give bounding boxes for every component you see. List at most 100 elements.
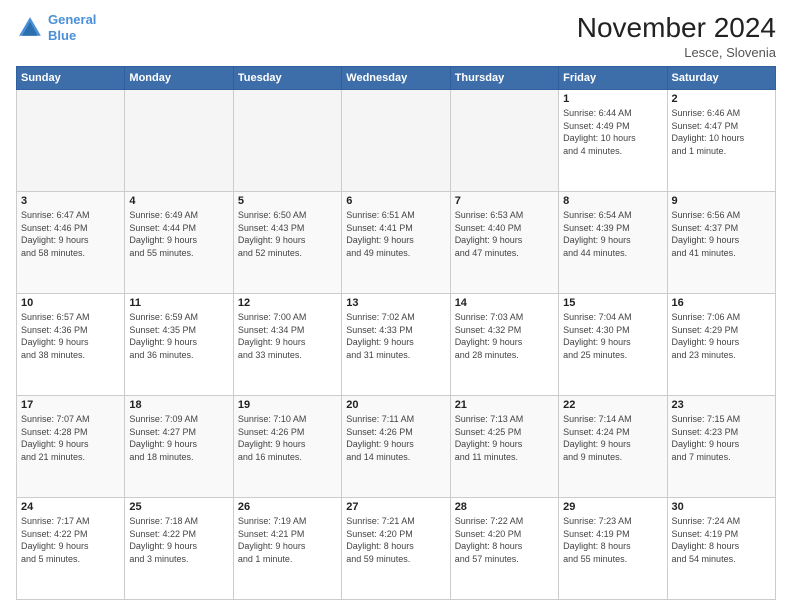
day-info: Sunrise: 6:44 AM Sunset: 4:49 PM Dayligh… xyxy=(563,107,662,157)
calendar-cell: 21Sunrise: 7:13 AM Sunset: 4:25 PM Dayli… xyxy=(450,396,558,498)
day-info: Sunrise: 7:17 AM Sunset: 4:22 PM Dayligh… xyxy=(21,515,120,565)
calendar-cell: 5 Sunrise: 6:50 AM Sunset: 4:43 PM Daylig… xyxy=(233,192,341,294)
calendar-table: SundayMondayTuesdayWednesdayThursdayFrid… xyxy=(16,66,776,600)
day-info: Sunrise: 7:06 AM Sunset: 4:29 PM Dayligh… xyxy=(672,311,771,361)
calendar-cell xyxy=(342,90,450,192)
logo-icon xyxy=(16,14,44,42)
calendar-cell: 28 Sunrise: 7:22 AM Sunset: 4:20 PM Dayli… xyxy=(450,498,558,600)
calendar-cell: 29 Sunrise: 7:23 AM Sunset: 4:19 PM Dayli… xyxy=(559,498,667,600)
calendar-header: SundayMondayTuesdayWednesdayThursdayFrid… xyxy=(17,67,776,90)
day-info: Sunrise: 7:03 AM Sunset: 4:32 PM Dayligh… xyxy=(455,311,554,361)
day-info: Sunrise: 7:23 AM Sunset: 4:19 PM Dayligh… xyxy=(563,515,662,565)
calendar-cell: 3 Sunrise: 6:47 AM Sunset: 4:46 PM Daylig… xyxy=(17,192,125,294)
day-info: Sunrise: 7:22 AM Sunset: 4:20 PM Dayligh… xyxy=(455,515,554,565)
day-number: 11 xyxy=(129,297,228,309)
day-number: 28 xyxy=(455,501,554,513)
weekday-header-monday: Monday xyxy=(125,67,233,90)
day-info: Sunrise: 6:53 AM Sunset: 4:40 PM Dayligh… xyxy=(455,209,554,259)
day-info: Sunrise: 7:02 AM Sunset: 4:33 PM Dayligh… xyxy=(346,311,445,361)
location: Lesce, Slovenia xyxy=(577,45,776,60)
calendar-cell: 12 Sunrise: 7:00 AM Sunset: 4:34 PM Dayli… xyxy=(233,294,341,396)
calendar-week-5: 24 Sunrise: 7:17 AM Sunset: 4:22 PM Dayli… xyxy=(17,498,776,600)
weekday-row: SundayMondayTuesdayWednesdayThursdayFrid… xyxy=(17,67,776,90)
day-number: 5 xyxy=(238,195,337,207)
calendar-cell: 13 Sunrise: 7:02 AM Sunset: 4:33 PM Dayli… xyxy=(342,294,450,396)
day-number: 19 xyxy=(238,399,337,411)
day-info: Sunrise: 6:54 AM Sunset: 4:39 PM Dayligh… xyxy=(563,209,662,259)
calendar-cell: 4Sunrise: 6:49 AM Sunset: 4:44 PM Daylig… xyxy=(125,192,233,294)
calendar-cell: 30Sunrise: 7:24 AM Sunset: 4:19 PM Dayli… xyxy=(667,498,775,600)
calendar-cell: 2 Sunrise: 6:46 AM Sunset: 4:47 PM Daylig… xyxy=(667,90,775,192)
day-number: 12 xyxy=(238,297,337,309)
calendar-cell xyxy=(125,90,233,192)
day-info: Sunrise: 7:21 AM Sunset: 4:20 PM Dayligh… xyxy=(346,515,445,565)
day-info: Sunrise: 6:51 AM Sunset: 4:41 PM Dayligh… xyxy=(346,209,445,259)
calendar-cell: 22Sunrise: 7:14 AM Sunset: 4:24 PM Dayli… xyxy=(559,396,667,498)
logo-line1: General xyxy=(48,12,96,27)
calendar-cell: 8Sunrise: 6:54 AM Sunset: 4:39 PM Daylig… xyxy=(559,192,667,294)
day-info: Sunrise: 7:07 AM Sunset: 4:28 PM Dayligh… xyxy=(21,413,120,463)
day-number: 13 xyxy=(346,297,445,309)
month-title: November 2024 xyxy=(577,12,776,44)
day-number: 30 xyxy=(672,501,771,513)
calendar-cell: 11 Sunrise: 6:59 AM Sunset: 4:35 PM Dayli… xyxy=(125,294,233,396)
day-number: 22 xyxy=(563,399,662,411)
day-info: Sunrise: 6:46 AM Sunset: 4:47 PM Dayligh… xyxy=(672,107,771,157)
weekday-header-thursday: Thursday xyxy=(450,67,558,90)
calendar-cell: 20Sunrise: 7:11 AM Sunset: 4:26 PM Dayli… xyxy=(342,396,450,498)
calendar-cell: 18 Sunrise: 7:09 AM Sunset: 4:27 PM Dayli… xyxy=(125,396,233,498)
day-number: 24 xyxy=(21,501,120,513)
day-info: Sunrise: 6:59 AM Sunset: 4:35 PM Dayligh… xyxy=(129,311,228,361)
day-number: 29 xyxy=(563,501,662,513)
calendar-cell: 7 Sunrise: 6:53 AM Sunset: 4:40 PM Daylig… xyxy=(450,192,558,294)
calendar-cell: 17 Sunrise: 7:07 AM Sunset: 4:28 PM Dayli… xyxy=(17,396,125,498)
calendar-cell xyxy=(17,90,125,192)
calendar-cell: 10 Sunrise: 6:57 AM Sunset: 4:36 PM Dayli… xyxy=(17,294,125,396)
calendar-cell: 16 Sunrise: 7:06 AM Sunset: 4:29 PM Dayli… xyxy=(667,294,775,396)
day-info: Sunrise: 7:18 AM Sunset: 4:22 PM Dayligh… xyxy=(129,515,228,565)
title-area: November 2024 Lesce, Slovenia xyxy=(577,12,776,60)
weekday-header-friday: Friday xyxy=(559,67,667,90)
day-number: 2 xyxy=(672,93,771,105)
day-info: Sunrise: 7:15 AM Sunset: 4:23 PM Dayligh… xyxy=(672,413,771,463)
day-number: 26 xyxy=(238,501,337,513)
logo-text: General Blue xyxy=(48,12,96,43)
calendar-cell: 15 Sunrise: 7:04 AM Sunset: 4:30 PM Dayli… xyxy=(559,294,667,396)
calendar-cell xyxy=(450,90,558,192)
calendar-week-3: 10 Sunrise: 6:57 AM Sunset: 4:36 PM Dayli… xyxy=(17,294,776,396)
day-number: 14 xyxy=(455,297,554,309)
weekday-header-tuesday: Tuesday xyxy=(233,67,341,90)
page: General Blue November 2024 Lesce, Sloven… xyxy=(0,0,792,612)
day-number: 6 xyxy=(346,195,445,207)
calendar-cell: 25Sunrise: 7:18 AM Sunset: 4:22 PM Dayli… xyxy=(125,498,233,600)
day-number: 18 xyxy=(129,399,228,411)
day-info: Sunrise: 6:47 AM Sunset: 4:46 PM Dayligh… xyxy=(21,209,120,259)
day-number: 23 xyxy=(672,399,771,411)
day-info: Sunrise: 7:19 AM Sunset: 4:21 PM Dayligh… xyxy=(238,515,337,565)
day-number: 15 xyxy=(563,297,662,309)
calendar-cell: 24 Sunrise: 7:17 AM Sunset: 4:22 PM Dayli… xyxy=(17,498,125,600)
day-info: Sunrise: 7:09 AM Sunset: 4:27 PM Dayligh… xyxy=(129,413,228,463)
weekday-header-sunday: Sunday xyxy=(17,67,125,90)
day-info: Sunrise: 7:11 AM Sunset: 4:26 PM Dayligh… xyxy=(346,413,445,463)
day-number: 16 xyxy=(672,297,771,309)
day-number: 3 xyxy=(21,195,120,207)
day-number: 17 xyxy=(21,399,120,411)
day-number: 10 xyxy=(21,297,120,309)
calendar-cell: 9Sunrise: 6:56 AM Sunset: 4:37 PM Daylig… xyxy=(667,192,775,294)
day-info: Sunrise: 6:50 AM Sunset: 4:43 PM Dayligh… xyxy=(238,209,337,259)
calendar-cell: 23 Sunrise: 7:15 AM Sunset: 4:23 PM Dayli… xyxy=(667,396,775,498)
day-info: Sunrise: 7:00 AM Sunset: 4:34 PM Dayligh… xyxy=(238,311,337,361)
day-number: 7 xyxy=(455,195,554,207)
day-info: Sunrise: 6:57 AM Sunset: 4:36 PM Dayligh… xyxy=(21,311,120,361)
calendar-cell: 26 Sunrise: 7:19 AM Sunset: 4:21 PM Dayli… xyxy=(233,498,341,600)
logo-line2: Blue xyxy=(48,28,76,43)
day-info: Sunrise: 7:04 AM Sunset: 4:30 PM Dayligh… xyxy=(563,311,662,361)
calendar-cell: 1Sunrise: 6:44 AM Sunset: 4:49 PM Daylig… xyxy=(559,90,667,192)
calendar-cell: 14 Sunrise: 7:03 AM Sunset: 4:32 PM Dayli… xyxy=(450,294,558,396)
calendar-cell: 6 Sunrise: 6:51 AM Sunset: 4:41 PM Daylig… xyxy=(342,192,450,294)
day-info: Sunrise: 7:10 AM Sunset: 4:26 PM Dayligh… xyxy=(238,413,337,463)
weekday-header-wednesday: Wednesday xyxy=(342,67,450,90)
calendar-cell: 19 Sunrise: 7:10 AM Sunset: 4:26 PM Dayli… xyxy=(233,396,341,498)
logo: General Blue xyxy=(16,12,96,43)
